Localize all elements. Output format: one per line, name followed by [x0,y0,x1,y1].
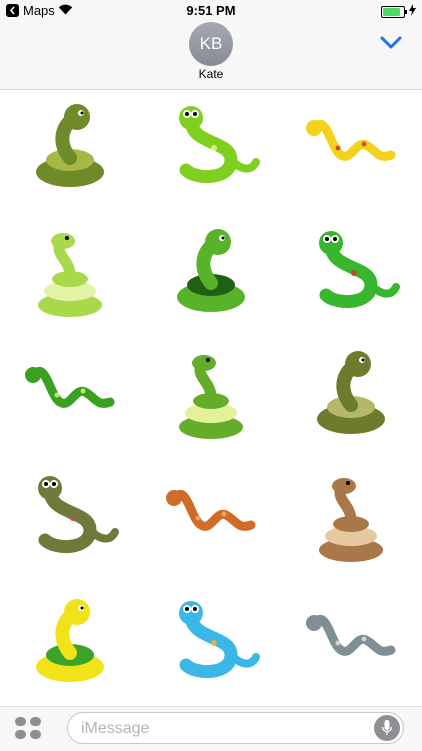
light-green-coiled-snake-sticker-image [38,233,102,317]
blue-snake-sticker-image [179,601,260,679]
snake-couple-heart-sticker-image [36,599,104,682]
olive-snake-sticker[interactable] [15,100,125,200]
green-snake-tongue-sticker-image [179,355,243,439]
status-bar: Maps 9:51 PM [0,0,422,22]
light-green-coiled-snake-sticker[interactable] [15,225,125,325]
avatar[interactable]: KB [189,22,233,66]
brown-rattlesnake-sticker-image [38,476,119,554]
microphone-icon[interactable] [374,715,400,741]
grey-cobra-sticker[interactable] [296,595,406,695]
apps-icon[interactable] [15,717,43,741]
charging-bolt-icon [409,4,416,16]
green-rattlesnake-sticker-image [25,367,115,408]
message-placeholder: iMessage [81,720,150,737]
brown-cobra-sticker[interactable] [296,470,406,570]
snake-couple-heart-sticker[interactable] [15,595,125,695]
grey-cobra-sticker-image [306,615,396,656]
orange-snake-pair-sticker-image [166,490,256,531]
conversation-header: KB Kate [0,22,422,90]
green-rattlesnake-sticker[interactable] [15,347,125,447]
green-cartoon-snake-sticker-image [179,106,260,184]
orange-snake-pair-sticker[interactable] [156,470,266,570]
blue-snake-sticker[interactable] [156,595,266,695]
sticker-grid [0,90,422,708]
message-input[interactable]: iMessage [67,712,404,744]
contact-name[interactable]: Kate [0,67,422,81]
yellow-snake-sticker-image [306,120,396,161]
chevron-down-icon[interactable] [380,36,402,50]
green-spotted-snake-sticker-image [177,229,245,312]
clock: 9:51 PM [186,3,236,18]
green-hooded-snake-sticker-image [319,231,400,309]
green-spotted-snake-sticker[interactable] [156,225,266,325]
yellow-snake-sticker[interactable] [296,100,406,200]
olive-coiled-snake-sticker-image [317,351,385,434]
green-hooded-snake-sticker[interactable] [296,225,406,325]
brown-rattlesnake-sticker[interactable] [15,470,125,570]
olive-snake-sticker-image [36,104,104,187]
green-cartoon-snake-sticker[interactable] [156,100,266,200]
battery-icon [381,6,407,18]
message-composer-bar: iMessage [0,706,422,751]
olive-coiled-snake-sticker[interactable] [296,347,406,447]
green-snake-tongue-sticker[interactable] [156,347,266,447]
brown-cobra-sticker-image [319,478,383,562]
